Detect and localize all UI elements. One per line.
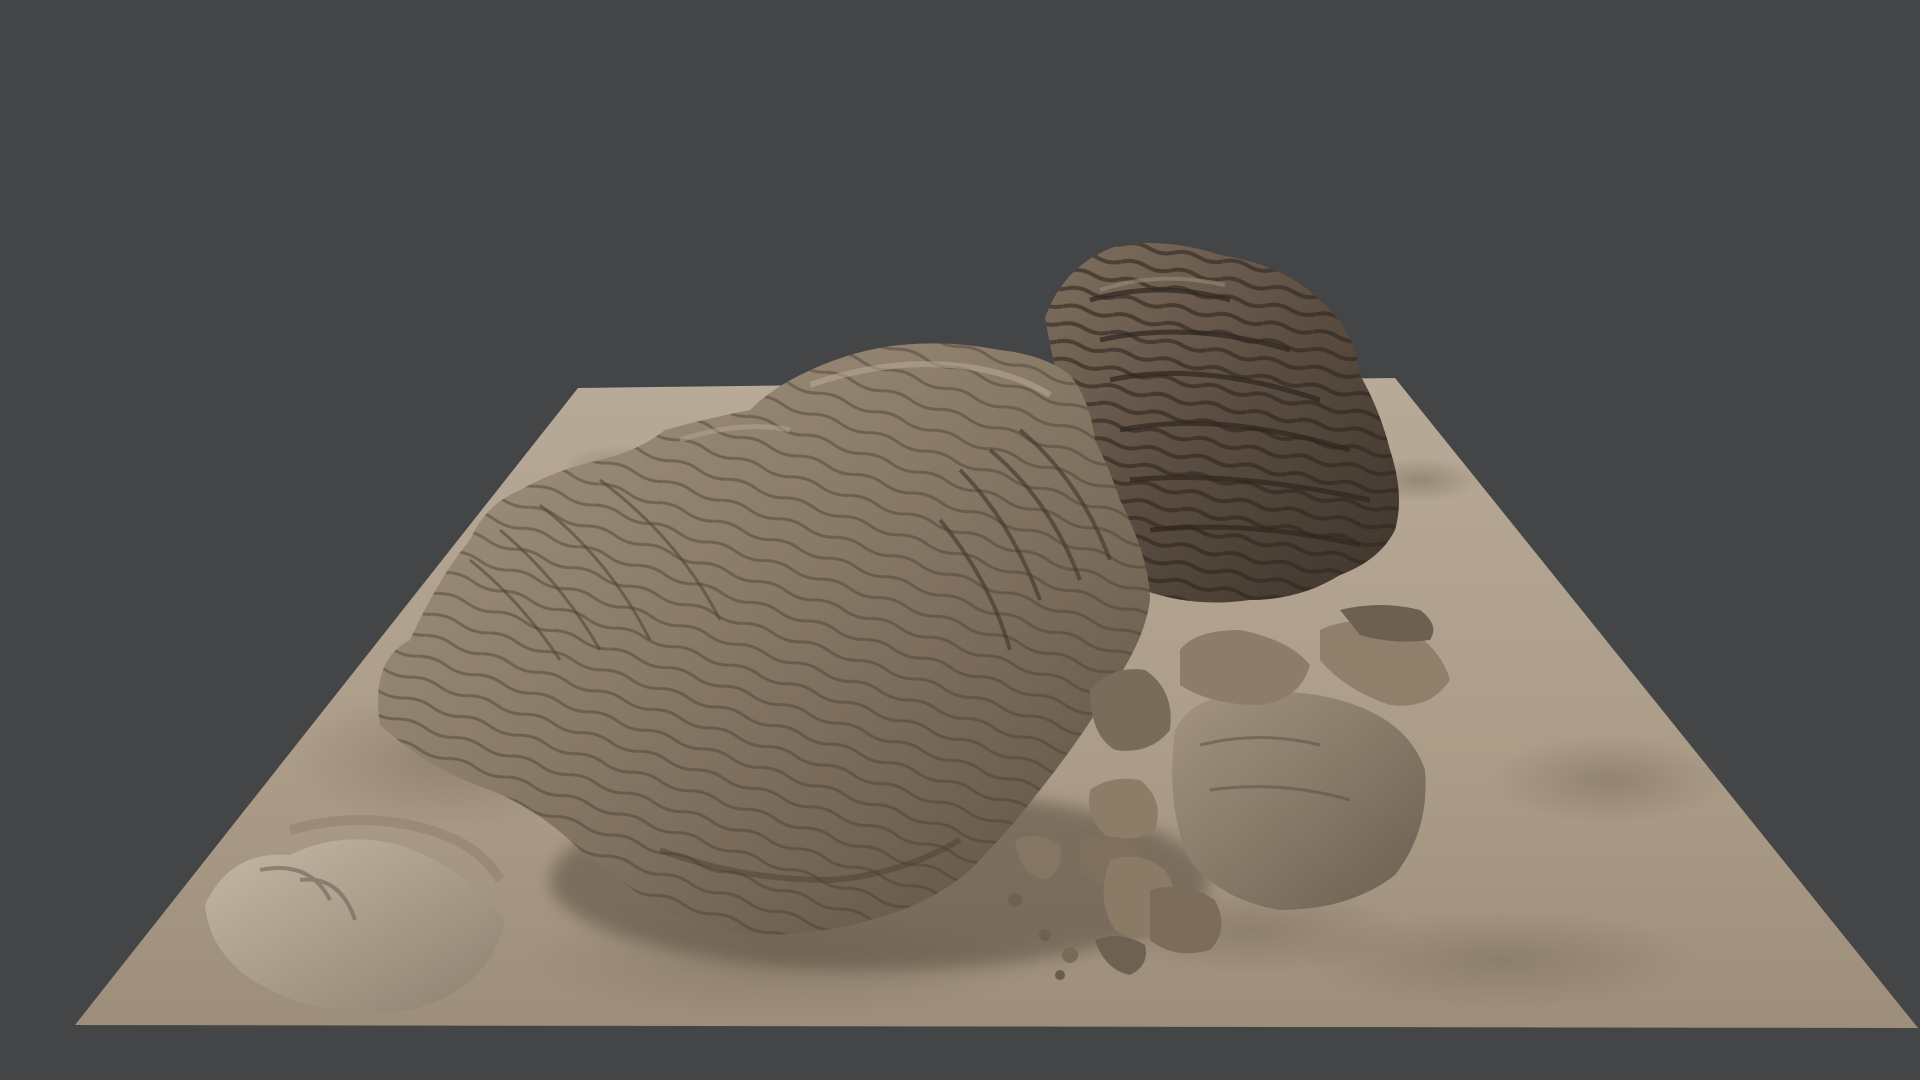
rock-scene-render — [75, 242, 1918, 1028]
3d-viewport[interactable] — [0, 0, 1920, 1080]
